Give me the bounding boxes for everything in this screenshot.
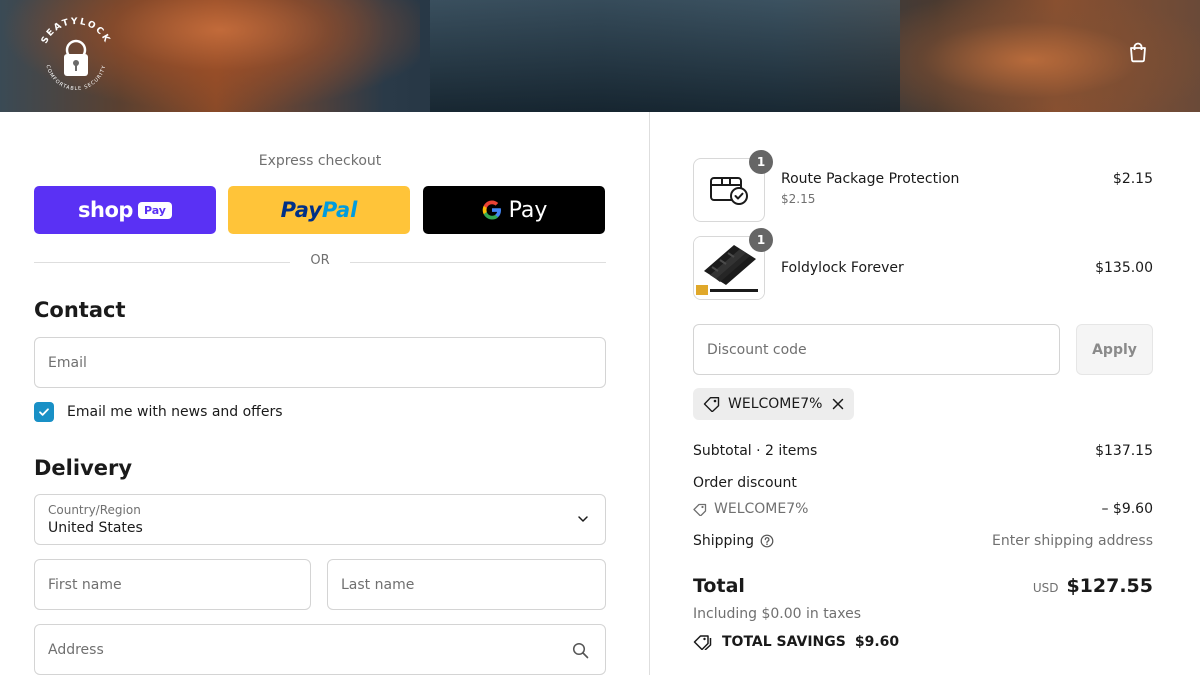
- shopping-bag-icon: [1130, 42, 1146, 63]
- item-name: Foldylock Forever: [781, 260, 904, 276]
- order-discount-label: Order discount: [693, 475, 797, 491]
- shop-pay-button[interactable]: shop Pay: [34, 186, 216, 234]
- address-field[interactable]: [34, 624, 606, 675]
- checkmark-icon: [39, 408, 49, 416]
- line-item: 1 Route Package Protection $2.15 $2.15: [693, 150, 1153, 222]
- total-row: Total USD $127.55: [693, 575, 1153, 603]
- tag-icon: [693, 503, 707, 516]
- total-value: $127.55: [1066, 575, 1153, 597]
- first-name-input[interactable]: [35, 560, 310, 609]
- apply-button[interactable]: Apply: [1076, 324, 1153, 375]
- brand-logo[interactable]: SEATYLOCK COMFORTABLE SECURITY: [30, 14, 122, 92]
- item-subprice: $2.15: [781, 192, 816, 206]
- or-divider: OR: [34, 252, 606, 272]
- country-value: United States: [48, 520, 143, 536]
- search-icon: [572, 642, 589, 659]
- item-price: $135.00: [1095, 260, 1153, 276]
- google-pay-button[interactable]: Pay: [423, 186, 605, 234]
- item-name: Route Package Protection: [781, 171, 960, 187]
- address-input[interactable]: [35, 625, 605, 674]
- quantity-badge: 1: [749, 150, 773, 174]
- newsletter-checkbox[interactable]: [34, 402, 54, 422]
- header-banner: SEATYLOCK COMFORTABLE SECURITY: [0, 0, 1200, 112]
- column-divider: [649, 112, 650, 675]
- newsletter-option: Email me with news and offers: [34, 402, 283, 422]
- country-label: Country/Region: [48, 503, 141, 517]
- total-label: Total: [693, 575, 745, 597]
- package-check-icon: [710, 177, 748, 205]
- quantity-badge: 1: [749, 228, 773, 252]
- order-discount-row: Order discount: [693, 475, 1153, 491]
- order-discount-code-row: WELCOME7% – $9.60: [693, 501, 1153, 517]
- contact-heading: Contact: [34, 298, 126, 322]
- tag-icon: [703, 397, 720, 412]
- newsletter-label: Email me with news and offers: [67, 404, 283, 420]
- discount-field[interactable]: [693, 324, 1060, 375]
- currency-code: USD: [1032, 581, 1059, 595]
- remove-discount-button[interactable]: [832, 398, 844, 410]
- subtotal-row: Subtotal · 2 items $137.15: [693, 443, 1153, 459]
- total-savings-row: TOTAL SAVINGS $9.60: [693, 634, 1153, 650]
- help-icon[interactable]: [760, 534, 774, 548]
- last-name-field[interactable]: [327, 559, 606, 610]
- express-checkout-title: Express checkout: [258, 153, 382, 169]
- item-price: $2.15: [1112, 171, 1153, 187]
- chevron-down-icon: [578, 516, 588, 522]
- email-input[interactable]: [35, 338, 605, 387]
- delivery-heading: Delivery: [34, 456, 133, 480]
- cart-button[interactable]: [1124, 38, 1152, 66]
- line-item: 1 Foldylock Forever $135.00: [693, 228, 1153, 300]
- applied-discount-chip: WELCOME7%: [693, 388, 855, 420]
- close-icon: [833, 398, 844, 410]
- email-field[interactable]: [34, 337, 606, 388]
- shipping-label: Shipping: [693, 533, 755, 549]
- savings-value: $9.60: [854, 634, 900, 650]
- google-g-icon: [482, 200, 501, 220]
- savings-label: TOTAL SAVINGS: [722, 634, 846, 650]
- shipping-value: Enter shipping address: [992, 533, 1153, 549]
- discount-code-input[interactable]: [694, 325, 1059, 374]
- subtotal-value: $137.15: [1095, 443, 1153, 459]
- paypal-button[interactable]: Pay Pal: [228, 186, 410, 234]
- last-name-input[interactable]: [328, 560, 605, 609]
- shipping-row: Shipping Enter shipping address: [693, 533, 1153, 549]
- order-discount-code: WELCOME7%: [714, 501, 809, 517]
- tag-icon: [693, 635, 712, 650]
- first-name-field[interactable]: [34, 559, 311, 610]
- order-discount-value: – $9.60: [1101, 501, 1153, 517]
- taxes-note: Including $0.00 in taxes: [693, 606, 862, 622]
- applied-code: WELCOME7%: [728, 396, 823, 412]
- subtotal-label: Subtotal · 2 items: [693, 443, 818, 459]
- country-select[interactable]: Country/Region United States: [34, 494, 606, 545]
